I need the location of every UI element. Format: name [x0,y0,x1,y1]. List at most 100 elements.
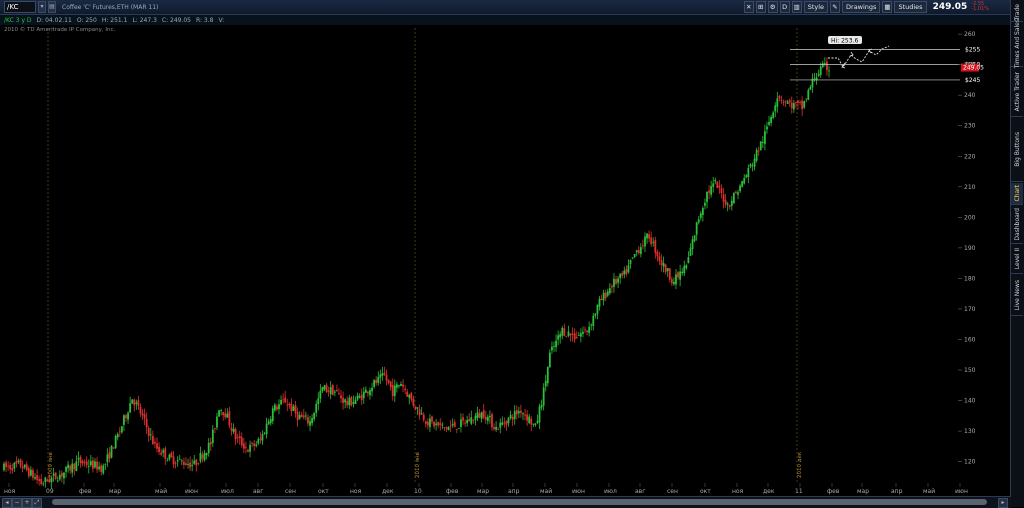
symbol-lookup-icon[interactable]: ▤ [48,1,56,13]
price-chart[interactable]: 2009 янв2010 янв2010 дек $255$250$245249… [0,0,1011,496]
price-level-label: $245 [965,77,980,84]
candle [331,383,334,396]
candle [732,191,735,205]
x-tick-label: 10 [414,488,422,495]
x-tick-label: 09 [46,488,54,495]
style-icon[interactable]: ▥ [791,1,802,13]
chart-window: 2009 янв2010 янв2010 дек $255$250$245249… [0,0,1024,508]
high-bubble: Hi: 253.6 [828,36,862,45]
candle [131,399,134,404]
drawings-button[interactable]: Drawings [842,1,881,13]
toolbar-right: ✕ ⊞ ⚙ D ▥ Style ✎ Drawings ▦ Studies 249… [743,1,989,13]
x-tick-label: фев [79,488,92,495]
info-close: C: 249.05 [161,16,192,24]
x-tick-label: май [923,488,935,495]
sidebar-tab-label: Trade [1013,3,1021,21]
x-tick-label: сен [667,488,678,495]
y-tick-label: 160 [964,336,976,343]
zoom-icon[interactable]: ⊞ [755,1,766,13]
studies-button[interactable]: Studies [894,1,927,13]
y-tick-label: 170 [964,306,976,313]
horizontal-scrollbar[interactable]: ◂ − + ⤢ ▸ [0,496,1011,508]
y-tick-label: 230 [964,123,976,130]
y-tick-label: 150 [964,367,976,374]
last-price: 249.05 [932,2,968,12]
x-tick-label: окт [318,488,329,495]
x-tick-label: дек [382,488,394,495]
sidebar-tab-active-trader[interactable]: Active Trader [1011,68,1023,117]
candle [457,427,460,429]
study-info-bar: /KC 3 y D D: 04.02.11 O: 250 H: 251.1 L:… [0,15,1011,25]
sidebar-tab-label: Level II [1013,248,1021,270]
sidebar-tab-big-buttons[interactable]: Big Buttons [1011,118,1023,182]
high-bubble-text: Hi: 253.6 [831,38,858,45]
x-tick-label: июн [185,488,198,495]
x-tick-label: май [155,488,167,495]
crosshair-icon[interactable]: ✕ [743,1,754,13]
settings-icon[interactable]: ⚙ [767,1,778,13]
sidebar-tab-label: Big Buttons [1013,132,1021,167]
sidebar-tab-chart[interactable]: Chart [1011,183,1023,205]
y-tick-label: 120 [964,459,976,466]
symbol-dropdown-icon[interactable]: ▾ [38,1,46,13]
x-tick-label: мар [477,488,489,495]
candle [755,147,758,163]
style-button[interactable]: Style [803,1,829,13]
sidebar-tab-live-news[interactable]: Live News [1011,275,1023,316]
aggregation-button[interactable]: D [779,1,790,13]
candle [741,180,744,188]
x-tick-label: июн [955,488,968,495]
y-tick-label: 140 [964,398,976,405]
sidebar-tab-label: Live News [1013,279,1021,311]
y-tick-label: 190 [964,245,976,252]
drawings-icon[interactable]: ✎ [830,1,841,13]
x-tick-label: мар [857,488,869,495]
candle [716,181,719,189]
x-tick-label: авг [635,488,645,495]
x-tick-label: май [540,488,552,495]
y-tick-label: 200 [964,214,976,221]
sidebar-tab-label: Dashboard [1013,208,1021,241]
sidebar-tab-times-and-sales[interactable]: Times And Sales [1011,19,1023,69]
info-low: L: 247.3 [132,16,157,24]
study-label[interactable]: /KC 3 y D [4,17,32,24]
info-range: R: 3.8 [196,16,214,24]
net-change-percent: -1.01% [971,6,989,12]
sidebar-tab-label: Times And Sales [1013,19,1021,69]
x-tick-label: июн [572,488,585,495]
sidebar-tab-level-ii[interactable]: Level II [1011,245,1023,274]
sidebar-tab-dashboard[interactable]: Dashboard [1011,206,1023,244]
x-tick-label: дек [763,488,775,495]
candle [110,445,113,459]
x-tick-label: июл [604,488,617,495]
x-tick-label: фев [827,488,840,495]
x-tick-label: апр [508,488,520,495]
y-tick-label: 130 [964,428,976,435]
y-tick-label: 210 [964,184,976,191]
right-sidebar: Trade Times And Sales Active Trader Big But… [1010,0,1024,507]
y-tick-label: 260 [964,31,976,38]
price-level-label: $255 [965,46,980,53]
year-marker-label: 2010 янв [415,452,421,478]
symbol-description: Coffee 'C' Futures,ETH (MAR 11) [62,3,159,11]
y-tick-label: 240 [964,92,976,99]
candle [759,141,762,151]
symbol-input[interactable]: /KC [4,1,36,13]
scroll-thumb[interactable] [52,499,987,505]
x-tick-label: июл [221,488,234,495]
x-tick-label: ноя [4,488,16,495]
info-high: H: 251.1 [101,16,128,24]
x-tick-label: 11 [795,488,803,495]
x-tick-label: сен [285,488,296,495]
x-tick-label: авг [253,488,263,495]
copyright: 2010 © TD Ameritrade IP Company, Inc. [4,27,116,33]
year-marker-label: 2010 дек [797,451,803,478]
candle [218,409,220,418]
x-tick-label: окт [700,488,711,495]
y-tick-label: 180 [964,275,976,282]
candle [114,434,117,450]
studies-icon[interactable]: ▦ [882,1,893,13]
x-tick-label: апр [891,488,903,495]
x-tick-label: мар [109,488,121,495]
sidebar-tab-label: Active Trader [1013,72,1021,112]
